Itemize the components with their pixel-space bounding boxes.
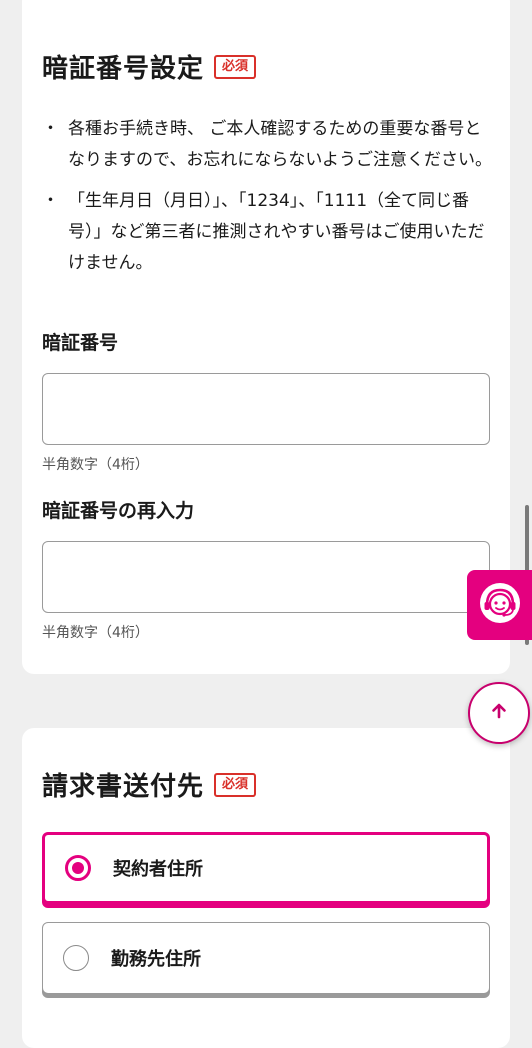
arrow-up-icon [489,701,509,725]
pin-notes-list: 各種お手続き時、 ご本人確認するための重要な番号となりますので、お忘れにならない… [42,114,492,289]
pin-confirm-hint: 半角数字（4桁） [42,625,149,641]
pin-confirm-input[interactable] [42,541,490,613]
radio-option-label: 契約者住所 [113,859,203,880]
billing-section-title-text: 請求書送付先 [42,772,205,802]
pin-note: 各種お手続き時、 ご本人確認するための重要な番号となりますので、お忘れにならない… [42,114,492,176]
pin-confirm-field-label: 暗証番号の再入力 [42,500,195,522]
billing-destination-card: 請求書送付先 必須 契約者住所 勤務先住所 [22,728,510,1048]
radio-checked-icon [65,855,91,881]
support-chat-button[interactable] [467,570,532,640]
pin-section-title: 暗証番号設定 必須 [42,48,257,85]
pin-field-label: 暗証番号 [42,332,119,354]
radio-option-workplace-address[interactable]: 勤務先住所 [42,922,490,994]
pin-settings-card: 暗証番号設定 必須 各種お手続き時、 ご本人確認するための重要な番号となりますの… [22,0,510,674]
radio-option-label: 勤務先住所 [111,949,201,970]
pin-hint: 半角数字（4桁） [42,457,149,473]
pin-note: 「生年月日（月日）」、「1234」、「1111（全て同じ番号）」など第三者に推測… [42,186,492,279]
radio-option-contractor-address[interactable]: 契約者住所 [42,832,490,904]
required-badge: 必須 [214,772,257,797]
scroll-to-top-button[interactable] [468,682,530,744]
required-badge: 必須 [214,54,257,79]
radio-unchecked-icon [63,945,89,971]
pin-input[interactable] [42,373,490,445]
headset-support-icon [478,581,522,629]
pin-section-title-text: 暗証番号設定 [42,54,205,84]
billing-section-title: 請求書送付先 必須 [42,766,257,803]
